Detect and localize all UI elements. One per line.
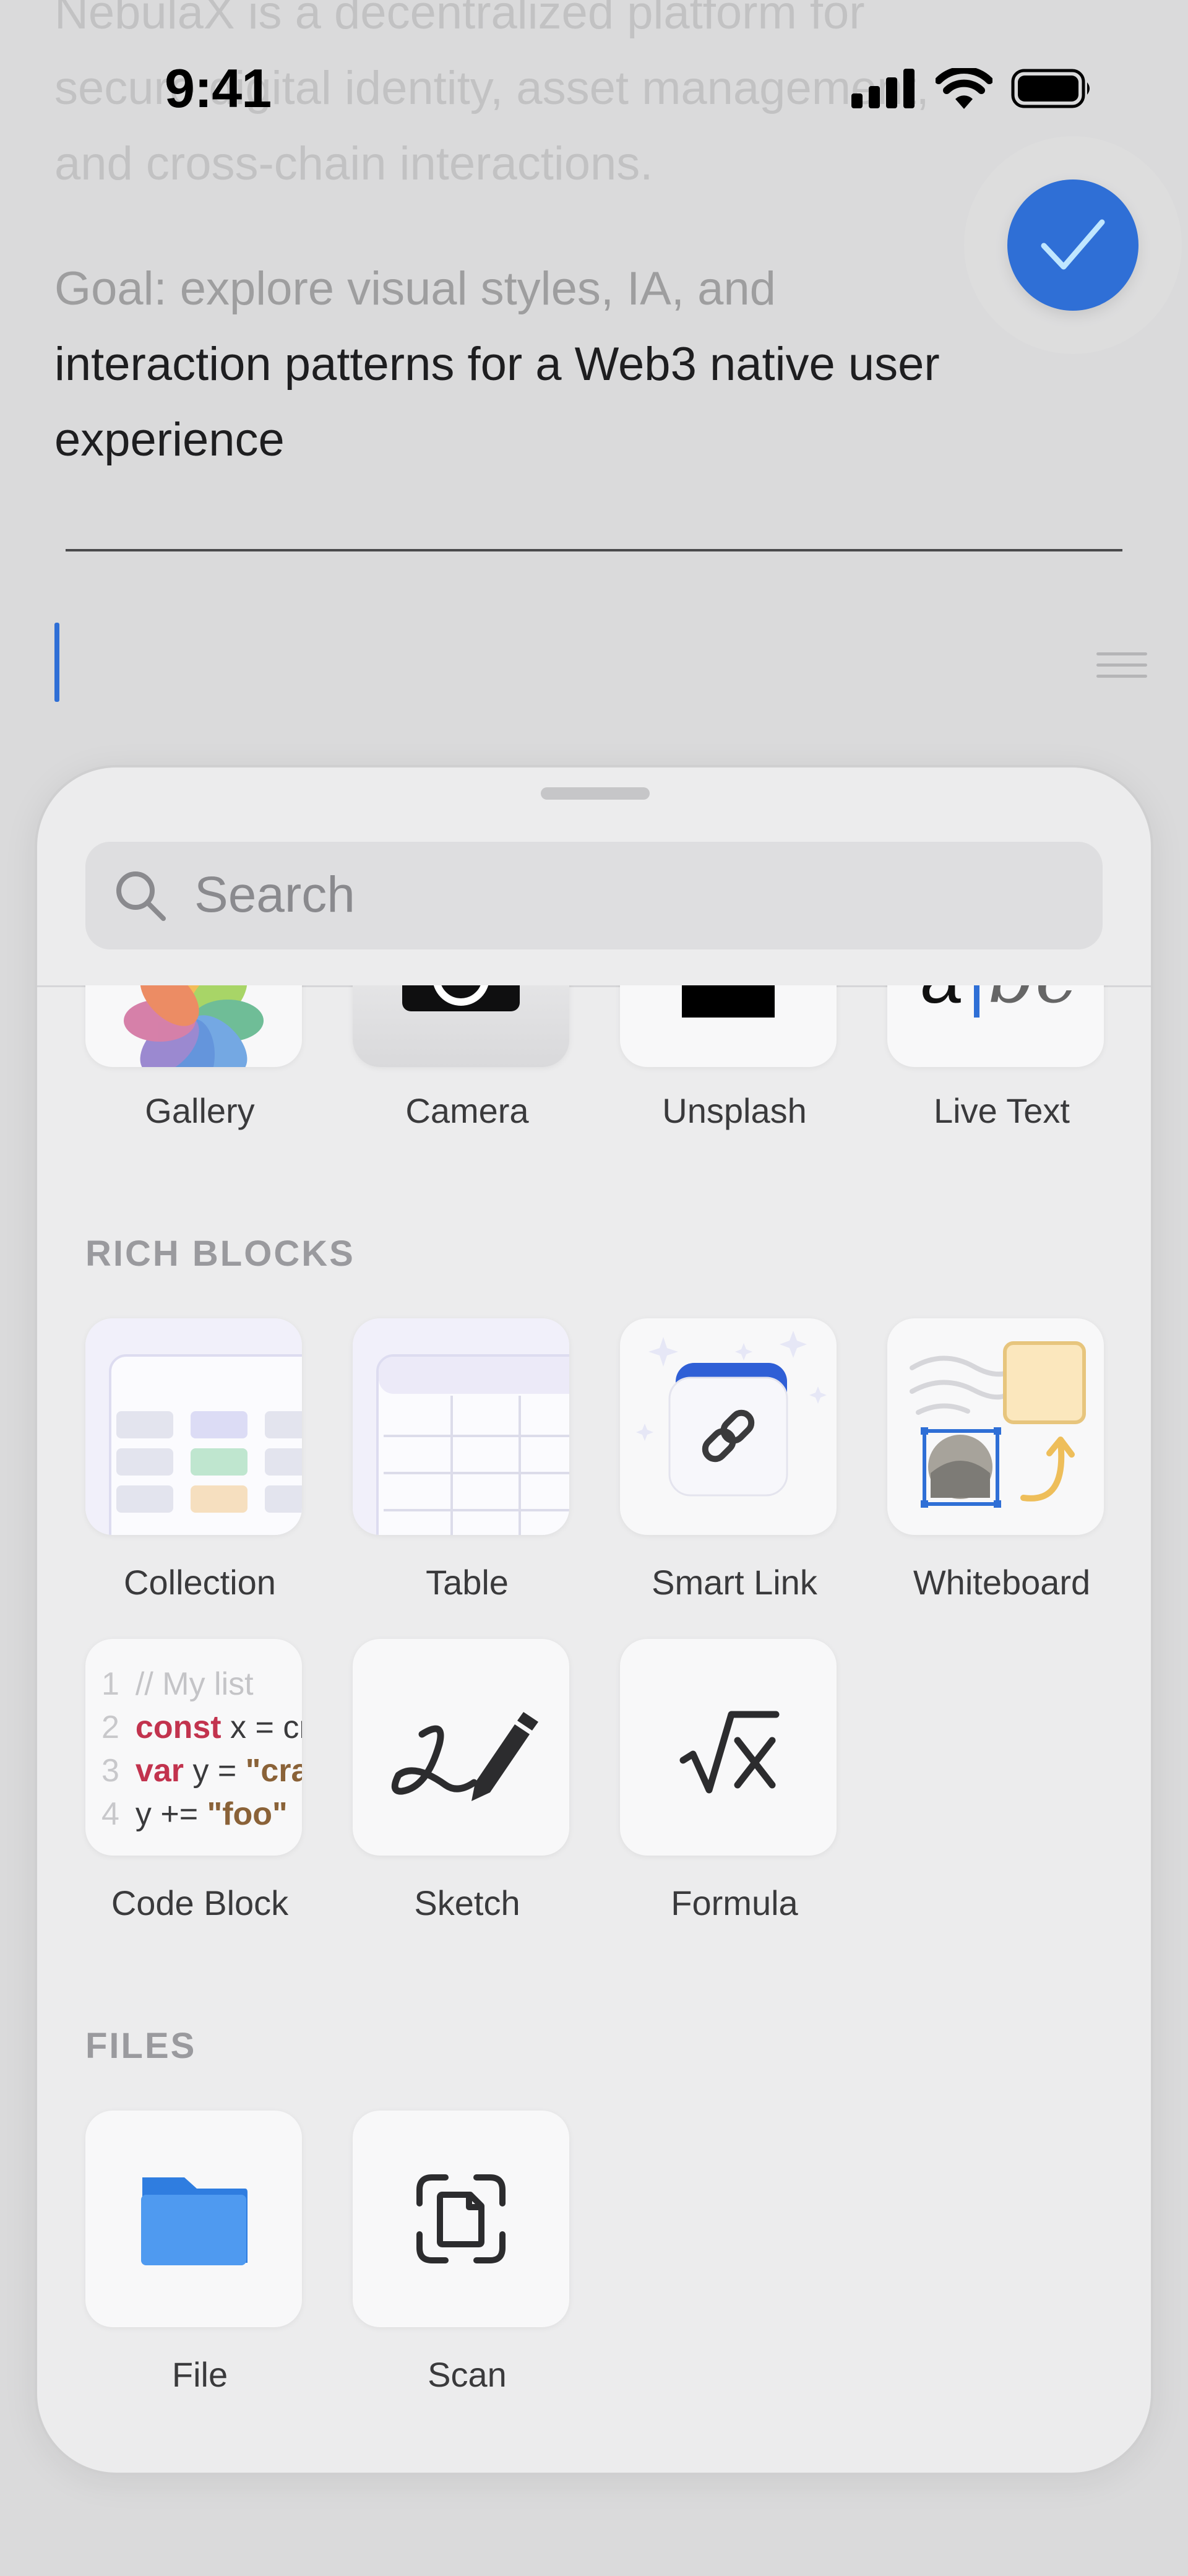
live-text-label: Live Text [934,1091,1070,1130]
code-line-number: 3 [101,1753,119,1789]
status-time: 9:41 [165,58,272,119]
camera-icon [353,985,569,1067]
unsplash-icon [620,985,837,1067]
photos-icon [85,985,302,1067]
folder-icon [85,2111,302,2327]
code-token: "foo" [207,1796,288,1832]
cellular-signal-icon [851,69,917,108]
code-token: // My list [135,1666,254,1702]
drag-handle-icon[interactable] [1096,652,1147,686]
code-line: 1 // My list [101,1662,302,1706]
text-cursor[interactable] [54,623,59,702]
sheet-grabber[interactable] [541,787,650,800]
horizontal-divider [66,549,1122,551]
link-icon [620,1318,837,1535]
section-title-rich-blocks: RICH BLOCKS [85,1234,355,1274]
status-icons [851,67,1093,110]
scan-document-icon [353,2111,569,2327]
file-tile[interactable] [85,2111,302,2327]
collection-icon [85,1318,302,1535]
gallery-label: Gallery [145,1091,255,1130]
code-token: "craf [245,1753,302,1789]
code-icon: 1 // My list 2 const x = cr 3 var y = "craf 4y… [101,1662,302,1836]
done-check-button[interactable] [1007,179,1138,311]
camera-tile[interactable] [353,985,569,1067]
code-block-label: Code Block [111,1883,289,1922]
search-icon [114,869,167,922]
doc-paragraph-line: experience [54,413,285,466]
code-line-number: 2 [101,1709,119,1745]
sketch-label: Sketch [414,1883,520,1922]
file-label: File [171,2355,228,2394]
whiteboard-icon [887,1318,1104,1535]
doc-line-faded: NebulaX is a decentralized platform for [54,0,865,39]
block-list[interactable]: a bc Gallery Camera Unsplash Live Text R… [37,985,1151,2473]
battery-icon [1011,69,1093,108]
whiteboard-tile[interactable] [887,1318,1104,1535]
code-line: 3 var y = "craf [101,1749,302,1792]
live-text-tile[interactable]: a bc [887,985,1104,1067]
unsplash-tile[interactable] [620,985,837,1067]
table-tile[interactable] [353,1318,569,1535]
code-token: y += [135,1796,207,1832]
code-line-number: 4 [101,1796,119,1832]
scan-label: Scan [428,2355,507,2394]
code-line: 4 y += "foo" [101,1792,302,1836]
whiteboard-label: Whiteboard [913,1563,1091,1602]
unsplash-label: Unsplash [662,1091,807,1130]
search-bar[interactable]: Search [85,842,1103,949]
code-line: 2 const x = cr [101,1706,302,1749]
code-token: var [135,1753,184,1789]
doc-line-faded: and cross-chain interactions. [54,137,653,190]
code-block-tile[interactable]: 1 // My list 2 const x = cr 3 var y = "craf 4y… [85,1639,302,1856]
collection-tile[interactable] [85,1318,302,1535]
live-text-glyph-a: a [919,985,961,1018]
insert-block-sheet: Search Gallery Camera Unsplash Live Text… [37,767,1151,2473]
collection-label: Collection [124,1563,276,1602]
code-line-number: 1 [101,1666,119,1702]
table-label: Table [426,1563,509,1602]
sketch-tile[interactable] [353,1639,569,1856]
search-input[interactable]: Search [194,867,355,923]
wifi-icon [936,68,992,109]
table-icon [353,1318,569,1535]
code-token: const [135,1709,222,1745]
doc-paragraph-line: interaction patterns for a Web3 native u… [54,338,940,391]
gallery-tile[interactable] [85,985,302,1067]
camera-label: Camera [405,1091,529,1130]
formula-tile[interactable] [620,1639,837,1856]
code-token: y = [184,1753,246,1789]
pen-icon [353,1639,569,1856]
formula-label: Formula [671,1883,798,1922]
section-title-files: FILES [85,2026,197,2066]
sqrt-icon [620,1639,837,1856]
live-text-glyph-bc: bc [988,985,1077,1018]
smart-link-tile[interactable] [620,1318,837,1535]
doc-goal-line: Goal: explore visual styles, IA, and [54,262,776,315]
smart-link-label: Smart Link [652,1563,817,1602]
scan-tile[interactable] [353,2111,569,2327]
code-token: x = cr [221,1709,302,1745]
checkmark-icon [1039,217,1107,273]
